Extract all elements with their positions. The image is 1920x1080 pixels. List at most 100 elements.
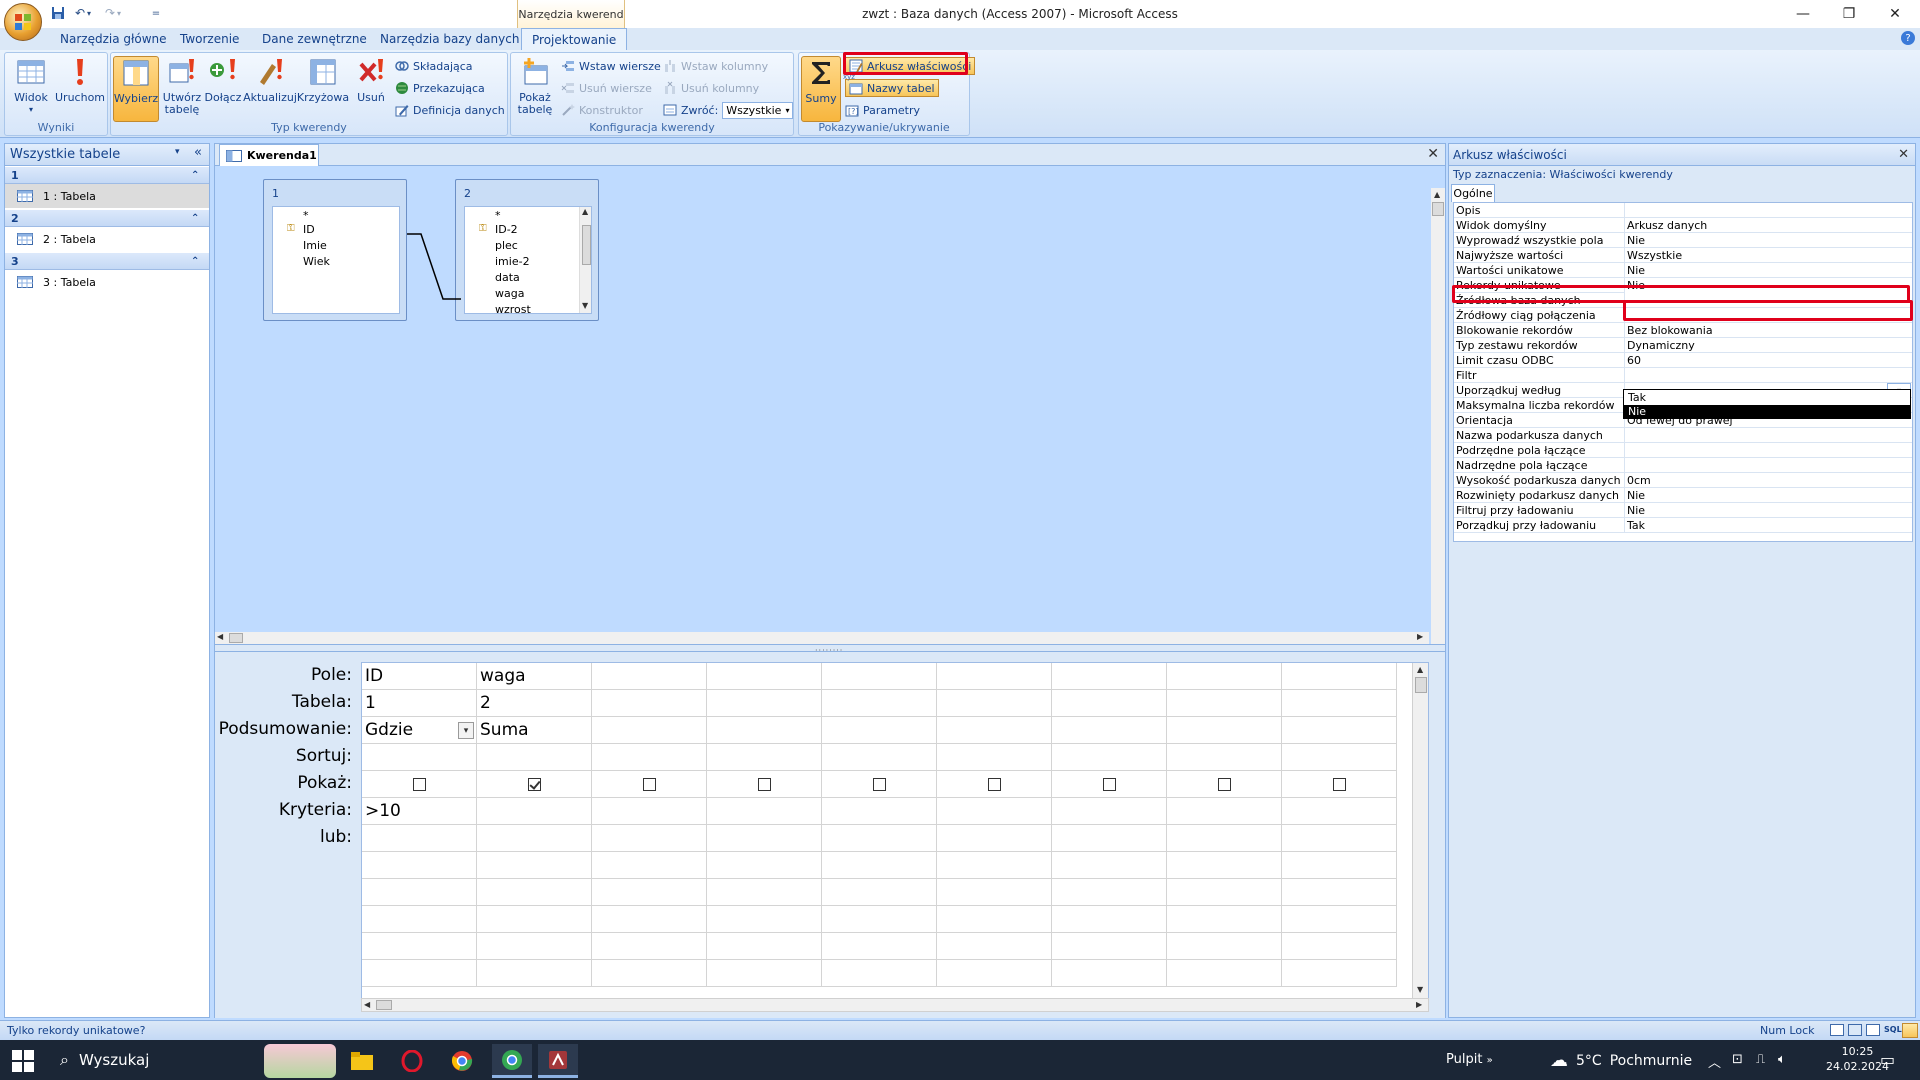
nav-group-collapse-icon[interactable]: ⌃ [191,256,199,267]
design-view-icon[interactable] [1902,1023,1918,1038]
qbe-cell-extra[interactable] [707,879,822,906]
close-window-icon[interactable]: ✕ [1872,0,1918,28]
qbe-cell-sortuj[interactable] [822,744,937,771]
qbe-cell-lub[interactable] [477,825,592,852]
qbe-cell-tabela[interactable] [937,690,1052,717]
document-tab[interactable]: Kwerenda1 [219,144,319,166]
tray-pulpit[interactable]: Pulpit » [1446,1052,1493,1067]
property-value[interactable]: 0cm [1624,473,1912,488]
qbe-cell-extra[interactable] [1167,879,1282,906]
qbe-cell-pokaz[interactable] [707,771,822,798]
qbe-cell-tabela[interactable] [1052,690,1167,717]
qbe-cell-extra[interactable] [1052,960,1167,987]
qbe-cell-tabela[interactable] [707,690,822,717]
property-row[interactable]: Filtr [1454,368,1912,383]
qbe-cell-extra[interactable] [1052,852,1167,879]
scroll-up-icon[interactable]: ▲ [582,207,588,216]
property-row[interactable]: Limit czasu ODBC 60 [1454,353,1912,368]
property-value[interactable]: Bez blokowania [1624,323,1912,338]
property-row[interactable]: Wartości unikatowe Nie [1454,263,1912,278]
qbe-cell-extra[interactable] [707,960,822,987]
nav-item-3-tabela[interactable]: 3 : Tabela [5,270,209,294]
show-checkbox[interactable] [872,777,886,791]
qbe-cell-kryteria[interactable] [477,798,592,825]
property-value[interactable]: Nie [1624,233,1912,248]
property-value[interactable]: Nie [1624,503,1912,518]
scroll-down-icon[interactable]: ▼ [582,301,588,310]
network-icon[interactable]: ⎍ [1756,1052,1765,1067]
dropdown-option-tak[interactable]: Tak [1624,391,1910,405]
qbe-cell-lub[interactable] [592,825,707,852]
qbe-cell-pokaz[interactable] [362,771,477,798]
sumy-button[interactable]: Sumy [801,56,841,122]
tab-tworzenie[interactable]: Tworzenie [170,28,249,50]
notifications-icon[interactable]: ▭ [1880,1050,1895,1069]
nav-group-2[interactable]: 2 ⌃ [5,210,209,227]
nav-collapse-icon[interactable]: « [194,145,202,160]
qbe-cell-extra[interactable] [592,906,707,933]
scroll-thumb[interactable] [1432,202,1444,216]
field-item[interactable]: * [303,209,309,222]
close-property-sheet-icon[interactable]: ✕ [1898,147,1909,162]
property-value[interactable]: Nie [1624,263,1912,278]
nav-group-1[interactable]: 1 ⌃ [5,167,209,184]
qbe-cell-tabela[interactable] [592,690,707,717]
qbe-cell-pole[interactable]: ID [362,663,477,690]
qbe-cell-sortuj[interactable] [937,744,1052,771]
pokaz-tabele-button[interactable]: Pokaż tabelę [513,56,557,122]
volume-muted-icon[interactable]: 🔈︎ [1778,1052,1786,1067]
restore-icon[interactable]: ❐ [1826,0,1872,28]
chevron-down-icon[interactable]: ▾ [458,722,474,739]
property-row[interactable]: Podrzędne pola łączące [1454,443,1912,458]
scroll-thumb[interactable] [1415,677,1427,693]
qbe-cell-pokaz[interactable] [592,771,707,798]
qbe-cell-extra[interactable] [592,852,707,879]
widok-button[interactable]: Widok ▾ [9,56,53,122]
qbe-vscroll[interactable]: ▲ ▼ [1412,663,1428,999]
tab-dane-zewnetrzne[interactable]: Dane zewnętrzne [252,28,377,50]
qbe-cell-extra[interactable] [477,852,592,879]
scroll-right-icon[interactable]: ▶ [1417,632,1423,641]
qbe-cell-extra[interactable] [1282,960,1397,987]
property-value[interactable] [1624,428,1912,443]
qbe-cell-extra[interactable] [937,906,1052,933]
qbe-cell-extra[interactable] [477,879,592,906]
qbe-cell-extra[interactable] [362,933,477,960]
qbe-cell-extra[interactable] [362,906,477,933]
nav-item-2-tabela[interactable]: 2 : Tabela [5,227,209,251]
field-item[interactable]: * [495,209,501,222]
qbe-cell-extra[interactable] [937,933,1052,960]
property-row[interactable]: Wysokość podarkusza danych 0cm [1454,473,1912,488]
field-item[interactable]: wzrost [495,303,531,313]
show-checkbox[interactable] [1217,777,1231,791]
konstruktor-button[interactable]: Konstruktor [561,101,643,119]
pivotchart-view-icon[interactable] [1866,1024,1880,1036]
property-value[interactable] [1624,368,1912,383]
qbe-cell-extra[interactable] [362,960,477,987]
qbe-cell-pole[interactable] [1282,663,1397,690]
qbe-cell-kryteria[interactable] [1052,798,1167,825]
show-checkbox[interactable] [987,777,1001,791]
property-value[interactable]: Wszystkie [1624,248,1912,263]
property-row[interactable]: Blokowanie rekordów Bez blokowania [1454,323,1912,338]
property-value[interactable]: Nie [1624,488,1912,503]
windows-start-icon[interactable] [12,1050,34,1072]
qbe-cell-tabela[interactable] [1282,690,1397,717]
scroll-thumb[interactable] [229,633,243,643]
property-value[interactable] [1624,443,1912,458]
qbe-cell-extra[interactable] [477,906,592,933]
qbe-cell-podsumowanie[interactable] [937,717,1052,744]
scroll-left-icon[interactable]: ◀ [364,1000,370,1009]
property-value[interactable]: Arkusz danych [1624,218,1912,233]
qbe-cell-pole[interactable]: waga [477,663,592,690]
field-item[interactable]: data [495,271,520,284]
help-icon[interactable]: ? [1901,31,1915,45]
tray-chevron-icon[interactable]: ︿ [1708,1052,1721,1071]
qbe-cell-sortuj[interactable] [477,744,592,771]
qbe-cell-extra[interactable] [592,960,707,987]
datasheet-view-icon[interactable] [1830,1024,1844,1036]
qbe-cell-extra[interactable] [822,960,937,987]
scroll-right-icon[interactable]: ▶ [1416,1000,1422,1009]
qbe-cell-pole[interactable] [937,663,1052,690]
chrome-icon[interactable] [442,1044,482,1078]
